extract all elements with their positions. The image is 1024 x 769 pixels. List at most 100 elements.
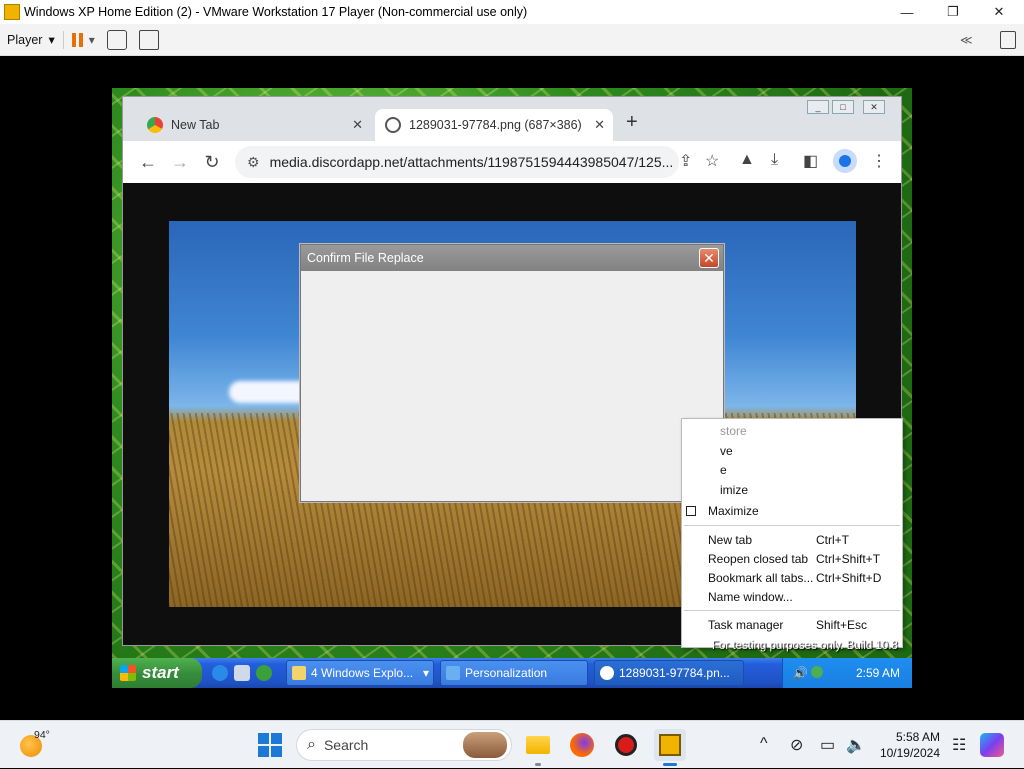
- chrome-icon: [147, 117, 163, 133]
- tab-new-tab[interactable]: New Tab ✕: [131, 109, 371, 141]
- chrome-menu-icon[interactable]: ⋮: [871, 151, 887, 171]
- display-icon[interactable]: ▭: [820, 735, 835, 755]
- menu-item-move[interactable]: ve: [682, 441, 902, 460]
- tab-title: 1289031-97784.png (687×386): [409, 118, 582, 132]
- menu-item-new-tab[interactable]: New tab Ctrl+T: [682, 530, 902, 549]
- xp-system-tray: 🔊 2:59 AM: [782, 658, 912, 688]
- host-time: 5:58 AM: [895, 730, 940, 744]
- network-offline-icon[interactable]: ⊘: [790, 735, 803, 755]
- vmware-icon[interactable]: [654, 729, 686, 766]
- tab-strip: New Tab ✕ 1289031-97784.png (687×386) ✕ …: [123, 97, 901, 141]
- xp-build-watermark: For testing purposes only. Build 10.8: [712, 640, 898, 652]
- dialog-title: Confirm File Replace: [307, 251, 424, 265]
- menu-item-name-window[interactable]: Name window...: [682, 587, 902, 606]
- profile-avatar[interactable]: [833, 149, 857, 173]
- bookmark-star-icon[interactable]: ☆: [705, 151, 719, 171]
- host-date: 10/19/2024: [879, 746, 940, 760]
- tab-close-icon[interactable]: ✕: [352, 117, 363, 133]
- toolbar-divider: [62, 30, 64, 49]
- address-bar[interactable]: ⚙ media.discordapp.net/attachments/11987…: [235, 146, 679, 178]
- show-desktop-icon[interactable]: [234, 665, 250, 681]
- pause-dropdown-icon[interactable]: ▾: [89, 33, 95, 47]
- xp-task-windows-explorer[interactable]: 4 Windows Explo... ▾: [286, 660, 434, 686]
- download-icon[interactable]: ⤓: [771, 151, 778, 169]
- window-title: Windows XP Home Edition (2) - VMware Wor…: [24, 5, 528, 19]
- tab-close-icon[interactable]: ✕: [594, 117, 605, 133]
- xp-taskbar: start 4 Windows Explo... ▾ Personalizati…: [112, 658, 912, 688]
- search-icon: ⌕: [307, 736, 316, 753]
- menu-item-task-manager[interactable]: Task manager Shift+Esc: [682, 615, 902, 634]
- windows-start-icon[interactable]: [258, 733, 282, 757]
- media-player-icon[interactable]: [256, 665, 272, 681]
- side-panel-icon[interactable]: ◧: [803, 151, 818, 171]
- internet-explorer-icon[interactable]: [212, 665, 228, 681]
- menu-item-bookmark-all-tabs[interactable]: Bookmark all tabs... Ctrl+Shift+D: [682, 568, 902, 587]
- menu-item-minimize[interactable]: imize: [682, 480, 902, 499]
- player-menu-label: Player: [7, 32, 43, 47]
- xp-start-button[interactable]: start: [112, 658, 202, 688]
- tray-overflow-icon[interactable]: ^: [760, 735, 768, 753]
- file-explorer-icon[interactable]: [522, 729, 554, 766]
- minimize-button[interactable]: —: [884, 0, 930, 24]
- weather-temperature: 94°: [34, 729, 50, 741]
- globe-icon: [385, 117, 401, 133]
- xp-task-personalization[interactable]: Personalization: [440, 660, 588, 686]
- search-highlight-image: [463, 732, 507, 758]
- tab-title: New Tab: [171, 118, 220, 132]
- new-tab-button[interactable]: +: [626, 111, 638, 134]
- vmware-toolbar: Player ▾ ▾ ≪: [0, 24, 1024, 56]
- folder-icon: [292, 666, 306, 680]
- volume-icon[interactable]: 🔊: [793, 666, 808, 680]
- dialog-titlebar: Confirm File Replace: [301, 245, 723, 271]
- labs-flask-icon[interactable]: ▲: [739, 151, 755, 169]
- xp-maximize-button[interactable]: □: [832, 100, 854, 114]
- forward-button[interactable]: →: [167, 149, 193, 175]
- chrome-icon: [600, 666, 614, 680]
- collapse-toolbar-icon[interactable]: ≪: [960, 33, 973, 47]
- vmware-titlebar: Windows XP Home Edition (2) - VMware Wor…: [0, 0, 1024, 24]
- player-menu[interactable]: Player ▾: [7, 32, 55, 48]
- xp-clock[interactable]: 2:59 AM: [856, 666, 900, 680]
- dialog-close-button[interactable]: ✕: [699, 248, 719, 268]
- menu-item-reopen-closed-tab[interactable]: Reopen closed tab Ctrl+Shift+T: [682, 549, 902, 568]
- start-label: start: [142, 663, 179, 682]
- personalization-icon: [446, 666, 460, 680]
- close-button[interactable]: ✕: [976, 0, 1022, 24]
- send-ctrl-alt-del-icon[interactable]: [106, 29, 127, 50]
- chrome-toolbar: ← → ↻ ⚙ media.discordapp.net/attachments…: [123, 141, 901, 183]
- weather-widget[interactable]: 94°: [20, 729, 50, 757]
- maximize-checkbox-icon: [686, 505, 696, 516]
- message-log-icon[interactable]: [1000, 30, 1016, 49]
- notification-icon[interactable]: ☷: [952, 735, 966, 755]
- xp-task-chrome-image[interactable]: 1289031-97784.pn...: [594, 660, 744, 686]
- fullscreen-icon[interactable]: [138, 29, 159, 50]
- taskbar-search[interactable]: ⌕ Search: [296, 729, 512, 761]
- xp-close-button[interactable]: ✕: [863, 100, 885, 114]
- tab-image[interactable]: 1289031-97784.png (687×386) ✕: [375, 109, 613, 141]
- menu-item-restore[interactable]: store: [682, 421, 902, 440]
- menu-separator: [684, 525, 900, 526]
- copilot-icon[interactable]: [980, 733, 1004, 757]
- pause-icon[interactable]: [71, 32, 83, 47]
- back-button[interactable]: ←: [135, 149, 161, 175]
- host-clock[interactable]: 5:58 AM 10/19/2024: [876, 729, 940, 761]
- host-taskbar: 94° ⌕ Search ^ ⊘ ▭ 🔈 5:58 AM 10/19/2024 …: [0, 720, 1024, 768]
- reload-button[interactable]: ↻: [199, 149, 225, 175]
- search-placeholder: Search: [323, 737, 369, 753]
- site-info-icon[interactable]: ⚙: [247, 154, 260, 171]
- menu-item-size[interactable]: e: [682, 460, 902, 479]
- record-app-icon[interactable]: [610, 729, 642, 761]
- menu-item-maximize[interactable]: Maximize: [682, 501, 902, 520]
- menu-separator: [684, 610, 900, 611]
- url-text[interactable]: media.discordapp.net/attachments/1198751…: [270, 154, 679, 170]
- share-icon[interactable]: ⇪: [679, 151, 692, 171]
- restore-button[interactable]: ❐: [930, 0, 976, 24]
- confirm-file-replace-dialog: Confirm File Replace ✕: [300, 244, 724, 502]
- host-system-tray: ^ ⊘ ▭ 🔈 5:58 AM 10/19/2024 ☷: [754, 721, 1024, 769]
- firefox-icon[interactable]: [566, 729, 598, 761]
- window-context-menu: store ve e imize Maximize New tab Ctrl+T …: [681, 418, 903, 648]
- chevron-down-icon: ▾: [422, 666, 429, 680]
- xp-minimize-button[interactable]: _: [807, 100, 829, 114]
- security-shield-icon[interactable]: [811, 666, 823, 678]
- volume-icon[interactable]: 🔈: [846, 735, 866, 755]
